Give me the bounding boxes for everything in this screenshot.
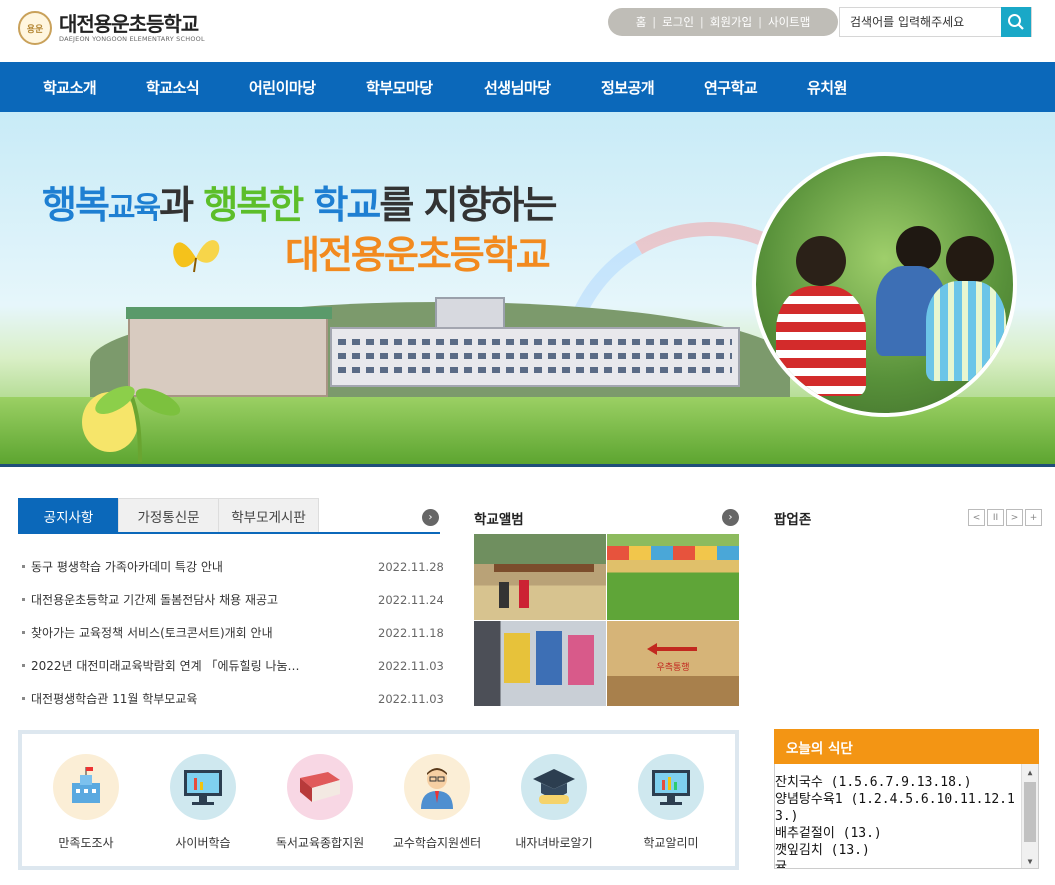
search-button[interactable] — [1001, 7, 1031, 37]
tab-parent-board[interactable]: 학부모게시판 — [218, 498, 319, 532]
utility-links: 홈 | 로그인 | 회원가입 | 사이트맵 — [608, 8, 838, 36]
notice-more-button[interactable]: › — [422, 509, 439, 526]
tab-newsletter[interactable]: 가정통신문 — [118, 498, 219, 532]
quick-link-cyber-learning[interactable]: 사이버학습 — [148, 754, 258, 851]
school-emblem-icon: 용운 — [18, 11, 52, 45]
quick-link-teaching-center[interactable]: 교수학습지원센터 — [382, 754, 492, 851]
meal-item: 잔치국수 (1.5.6.7.9.13.18.) — [775, 775, 972, 790]
arrow-left-icon — [647, 642, 697, 655]
nav-school-news[interactable]: 학교소식 — [146, 77, 200, 98]
nav-school-intro[interactable]: 학교소개 — [43, 77, 97, 98]
list-item[interactable]: 대전용운초등학교 기간제 돌봄전담사 채용 재공고 2022.11.24 — [18, 583, 444, 616]
quick-link-school-info[interactable]: 학교알리미 — [616, 754, 726, 851]
popup-controls: < II > + — [966, 509, 1042, 526]
notice-tabs: 공지사항 가정통신문 학부모게시판 — [18, 498, 440, 534]
nav-disclosure[interactable]: 정보공개 — [601, 77, 655, 98]
meal-title: 오늘의 식단 — [774, 729, 1039, 764]
scroll-down-icon[interactable]: ▼ — [1022, 853, 1038, 868]
school-name: 대전용운초등학교 — [59, 12, 199, 36]
meal-item: 배추겉절이 (13.) — [775, 826, 882, 841]
slogan-school-name: 대전용운초등학교 — [285, 233, 551, 277]
search-input[interactable] — [840, 8, 1002, 36]
album-photo[interactable]: 우측통행 — [607, 620, 739, 706]
main-nav: 학교소개 학교소식 어린이마당 학부모마당 선생님마당 정보공개 연구학교 유치… — [0, 62, 1055, 112]
nav-research[interactable]: 연구학교 — [704, 77, 758, 98]
meal-menu: 잔치국수 (1.5.6.7.9.13.18.) 양념탕수육1 (1.2.4.5.… — [774, 764, 1039, 869]
slogan-line1: 행복교육과 행복한 학교를 지향하는 — [42, 183, 557, 227]
album-photo[interactable] — [607, 534, 739, 620]
meal-item: 깻잎김치 (13.) — [775, 843, 870, 858]
meal-scrollbar[interactable]: ▲ ▼ — [1021, 764, 1038, 868]
school-building-main — [330, 327, 740, 387]
todays-meal: 오늘의 식단 잔치국수 (1.5.6.7.9.13.18.) 양념탕수육1 (1… — [774, 729, 1039, 869]
album-photo[interactable] — [474, 534, 606, 620]
album-more-button[interactable]: › — [722, 509, 739, 526]
sitemap-link[interactable]: 사이트맵 — [768, 14, 810, 30]
quick-link-reading[interactable]: 독서교육종합지원 — [265, 754, 375, 851]
school-album: 우측통행 — [474, 534, 739, 706]
graduation-cap-icon — [521, 754, 587, 820]
album-title: 학교앨범 — [474, 512, 524, 528]
students-photo — [752, 152, 1017, 417]
quick-links: 만족도조사 사이버학습 독서교육종합지원 교수학습지원센터 내자녀바로알기 학교… — [18, 730, 739, 870]
popup-next-button[interactable]: > — [1006, 509, 1023, 526]
list-item[interactable]: 대전평생학습관 11월 학부모교육 2022.11.03 — [18, 682, 444, 715]
nav-kindergarten[interactable]: 유치원 — [807, 77, 847, 98]
sprout-icon — [82, 386, 181, 462]
signup-link[interactable]: 회원가입 — [710, 14, 752, 30]
search-icon — [1008, 14, 1024, 30]
album-photo[interactable] — [474, 620, 606, 706]
meal-item: 양념탕수육1 (1.2.4.5.6.10.11.12.13.) — [775, 792, 1015, 824]
butterfly-icon — [173, 240, 220, 273]
quick-link-child-info[interactable]: 내자녀바로알기 — [499, 754, 609, 851]
school-building-icon — [53, 754, 119, 820]
monitor-chart-icon — [638, 754, 704, 820]
tab-notice[interactable]: 공지사항 — [18, 498, 119, 532]
scroll-up-icon[interactable]: ▲ — [1022, 764, 1038, 780]
school-logo[interactable]: 용운 대전용운초등학교 DAEJEON YONGOON ELEMENTARY S… — [18, 11, 205, 45]
home-link[interactable]: 홈 — [636, 14, 647, 30]
main-visual-banner: 행복교육과 행복한 학교를 지향하는 대전용운초등학교 — [0, 112, 1055, 467]
school-name-en: DAEJEON YONGOON ELEMENTARY SCHOOL — [59, 35, 205, 43]
nav-teachers[interactable]: 선생님마당 — [484, 77, 551, 98]
popup-more-button[interactable]: + — [1025, 509, 1042, 526]
list-item[interactable]: 2022년 대전미래교육박람회 연계 「에듀힐링 나눔… 2022.11.03 — [18, 649, 444, 682]
popup-zone-title: 팝업존 — [774, 512, 812, 528]
list-item[interactable]: 찾아가는 교육정책 서비스(토크콘서트)개회 안내 2022.11.18 — [18, 616, 444, 649]
list-item[interactable]: 동구 평생학습 가족아카데미 특강 안내 2022.11.28 — [18, 550, 444, 583]
book-icon — [287, 754, 353, 820]
popup-pause-button[interactable]: II — [987, 509, 1004, 526]
nav-parents[interactable]: 학부모마당 — [366, 77, 433, 98]
nav-kids[interactable]: 어린이마당 — [249, 77, 316, 98]
login-link[interactable]: 로그인 — [662, 14, 694, 30]
notice-board: 공지사항 가정통신문 학부모게시판 › 동구 평생학습 가족아카데미 특강 안내… — [18, 498, 444, 706]
search-box — [839, 7, 1032, 37]
teacher-icon — [404, 754, 470, 820]
monitor-icon — [170, 754, 236, 820]
meal-item: 귤 — [775, 860, 787, 869]
notice-list: 동구 평생학습 가족아카데미 특강 안내 2022.11.28 대전용운초등학교 … — [18, 550, 444, 715]
popup-prev-button[interactable]: < — [968, 509, 985, 526]
quick-link-survey[interactable]: 만족도조사 — [31, 754, 141, 851]
header: 용운 대전용운초등학교 DAEJEON YONGOON ELEMENTARY S… — [0, 0, 1055, 62]
scroll-thumb[interactable] — [1024, 782, 1036, 842]
